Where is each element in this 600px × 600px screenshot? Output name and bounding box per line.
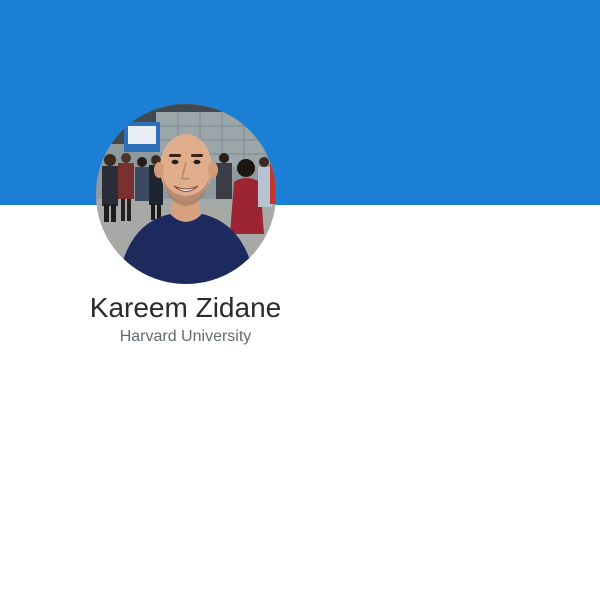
header-banner <box>0 0 600 205</box>
profile-affiliation: Harvard University <box>119 328 252 345</box>
profile-avatar <box>96 104 276 284</box>
avatar-photo <box>96 104 276 284</box>
profile-name: Kareem Zidane <box>89 292 282 323</box>
profile-page: Kareem Zidane Harvard University <box>0 0 600 600</box>
